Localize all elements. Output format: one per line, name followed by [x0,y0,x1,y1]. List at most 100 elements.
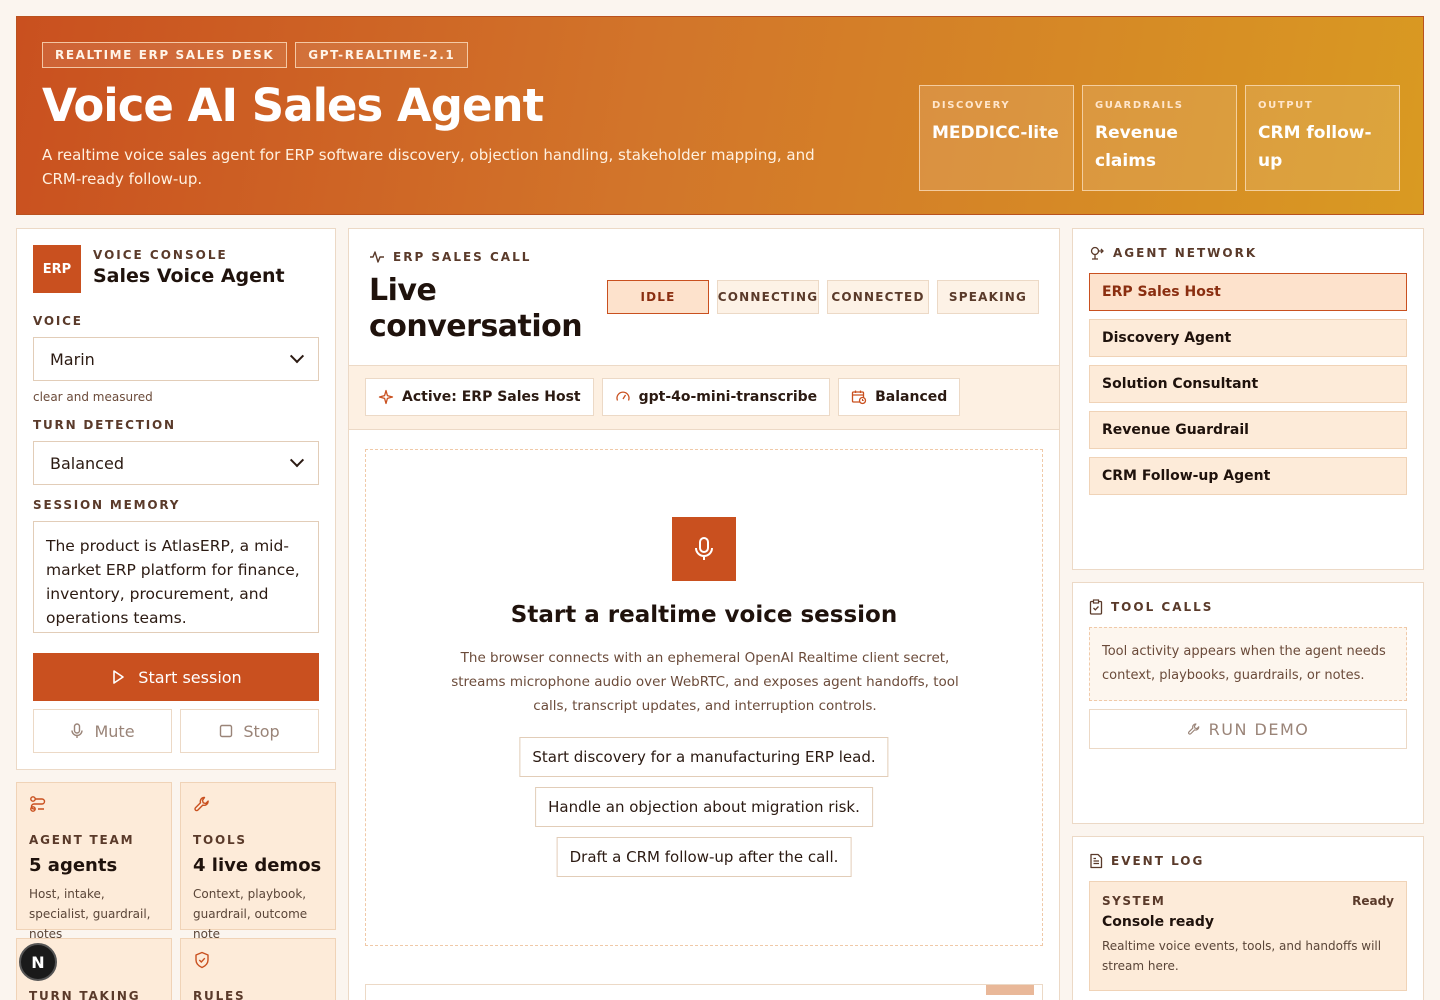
live-conversation-panel: ERP SALES CALL Live conversation IDLE CO… [348,228,1060,1000]
hero-stat-discovery: DISCOVERY MEDDICC-lite [919,85,1074,191]
agent-team-card: AGENT TEAM 5 agents Host, intake, specia… [16,782,172,941]
voice-console-panel: ERP VOICE CONSOLE Sales Voice Agent VOIC… [16,228,336,770]
conversation-eyebrow: ERP SALES CALL [369,250,531,264]
turn-detection-label: TURN DETECTION [33,418,176,432]
chip-label: Active: ERP Sales Host [402,389,581,405]
agent-network-label: AGENT NETWORK [1113,246,1258,260]
chip-label: Balanced [875,389,948,405]
stage-title: Start a realtime voice session [510,602,898,628]
agent-item-erp-sales-host[interactable]: ERP Sales Host [1089,273,1407,311]
mute-label: Mute [94,721,135,741]
voice-select-value: Marin [50,349,95,369]
mic-icon [71,723,84,738]
card-value: 4 live demos [193,855,322,876]
start-session-label: Start session [138,667,242,687]
scrollbar-thumb[interactable] [986,985,1034,995]
conversation-title: Live conversation [369,273,583,344]
event-log-item: SYSTEM Ready Console ready Realtime voic… [1089,881,1407,991]
conversation-eyebrow-label: ERP SALES CALL [393,250,532,264]
agent-item-revenue-guardrail[interactable]: Revenue Guardrail [1089,411,1407,449]
hero-stat-label: DISCOVERY [932,100,1011,111]
session-chips-bar: Active: ERP Sales Host gpt-4o-mini-trans… [349,366,1059,430]
turn-detection-select[interactable]: Balanced [33,441,319,485]
gauge-icon [615,391,630,401]
page-title: Voice AI Sales Agent [42,79,544,132]
agent-item-crm-follow-up-agent[interactable]: CRM Follow-up Agent [1089,457,1407,495]
card-label: RULES [193,989,246,1000]
agent-item-solution-consultant[interactable]: Solution Consultant [1089,365,1407,403]
event-log-panel: EVENT LOG SYSTEM Ready Console ready Rea… [1072,836,1424,1000]
agent-item-discovery-agent[interactable]: Discovery Agent [1089,319,1407,357]
stop-button[interactable]: Stop [180,709,319,753]
hero-stat-output: OUTPUT CRM follow-up [1245,85,1400,191]
voice-hint: clear and measured [33,390,153,404]
prompt-suggestion[interactable]: Start discovery for a manufacturing ERP … [519,737,889,777]
event-log-label: EVENT LOG [1111,854,1205,868]
tool-calls-label: TOOL CALLS [1111,600,1214,614]
play-icon [113,670,125,684]
hero-banner: REALTIME ERP SALES DESK GPT-REALTIME-2.1… [16,16,1424,215]
card-desc: Context, playbook, guardrail, outcome no… [193,887,308,941]
bot-network-icon [1090,246,1104,260]
event-category: SYSTEM [1102,894,1166,908]
next-devtools-badge[interactable]: N [19,943,57,981]
event-title: Console ready [1102,914,1214,930]
stop-label: Stop [243,721,280,741]
mic-icon [672,517,736,581]
hero-stat-guardrails: GUARDRAILS Revenue claims [1082,85,1237,191]
shield-check-icon [193,951,323,971]
card-label: TOOLS [193,833,247,847]
rules-card: RULES [180,938,336,1000]
voice-select[interactable]: Marin [33,337,319,381]
card-label: AGENT TEAM [29,833,135,847]
agent-network-header: AGENT NETWORK [1089,245,1257,261]
session-memory-label: SESSION MEMORY [33,498,181,512]
transcribe-model-chip: gpt-4o-mini-transcribe [601,378,831,416]
state-idle: IDLE [607,280,709,314]
stage-description: The browser connects with an ephemeral O… [451,650,959,714]
run-demo-button[interactable]: RUN DEMO [1089,709,1407,749]
page-subtitle: A realtime voice sales agent for ERP sof… [42,146,815,188]
activity-icon [370,251,384,263]
console-title: Sales Voice Agent [93,265,285,287]
event-log-header: EVENT LOG [1089,853,1204,869]
sparkles-icon [378,389,394,405]
erp-logo: ERP [33,245,81,293]
card-value: 5 agents [29,855,118,876]
voice-label: VOICE [33,314,83,328]
hero-tag: REALTIME ERP SALES DESK [42,42,288,68]
workflow-icon [29,795,159,815]
calendar-clock-icon [851,390,867,405]
wrench-icon [193,795,323,815]
hero-tag: GPT-REALTIME-2.1 [295,42,469,68]
run-demo-label: RUN DEMO [1208,719,1310,739]
chevron-down-icon [289,453,305,468]
console-eyebrow: VOICE CONSOLE [93,248,228,262]
state-speaking: SPEAKING [937,280,1039,314]
file-text-icon [1090,853,1103,869]
tool-calls-empty-state: Tool activity appears when the agent nee… [1089,627,1407,701]
prompt-suggestion[interactable]: Handle an objection about migration risk… [535,787,873,827]
state-connecting: CONNECTING [717,280,819,314]
empty-session-stage: Start a realtime voice session The brows… [365,449,1043,946]
session-memory-textarea[interactable]: The product is AtlasERP, a mid-market ER… [33,521,319,633]
hero-stat-value: CRM follow-up [1258,123,1372,171]
transcript-input-area[interactable] [365,984,1043,1000]
clipboard-check-icon [1089,599,1103,615]
turn-mode-chip: Balanced [838,378,961,416]
event-status: Ready [1352,894,1394,908]
session-state-indicator: IDLE CONNECTING CONNECTED SPEAKING [607,280,1039,314]
hero-stat-label: OUTPUT [1258,100,1314,111]
prompt-suggestion[interactable]: Draft a CRM follow-up after the call. [556,837,852,877]
chevron-down-icon [289,349,305,364]
card-desc: Host, intake, specialist, guardrail, not… [29,887,151,941]
tool-calls-header: TOOL CALLS [1089,599,1213,615]
agent-network-panel: AGENT NETWORK ERP Sales Host Discovery A… [1072,228,1424,570]
turn-detection-value: Balanced [50,453,124,473]
start-session-button[interactable]: Start session [33,653,319,701]
stop-icon [220,724,233,738]
tools-card: TOOLS 4 live demos Context, playbook, gu… [180,782,336,941]
event-description: Realtime voice events, tools, and handof… [1102,939,1382,973]
hero-stat-value: Revenue claims [1095,123,1178,171]
mute-button[interactable]: Mute [33,709,172,753]
